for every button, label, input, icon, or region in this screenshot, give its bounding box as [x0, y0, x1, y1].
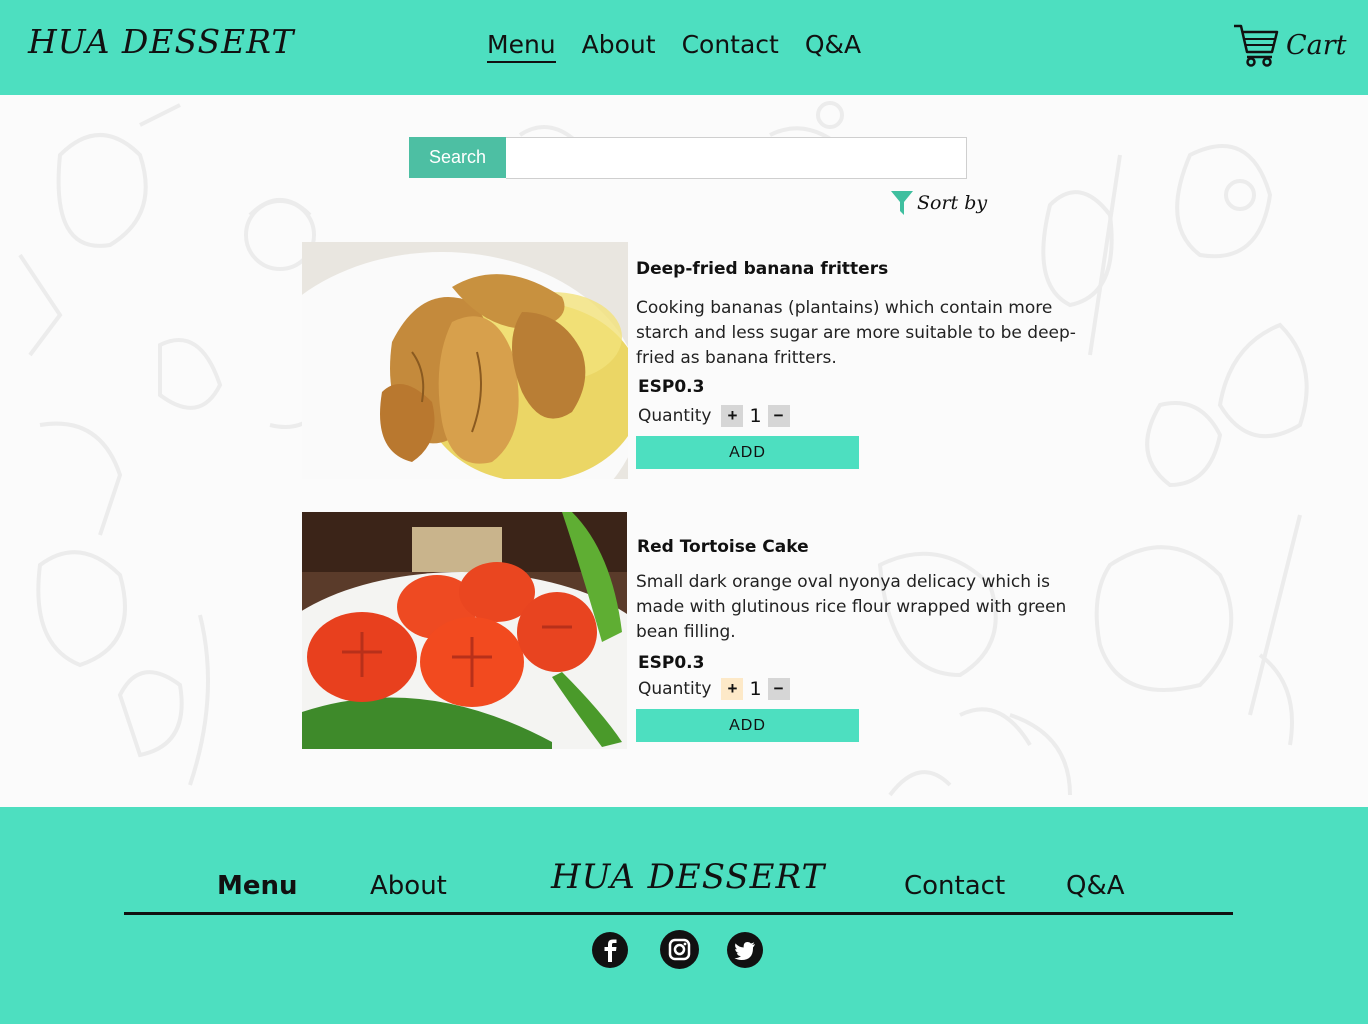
filter-icon: [891, 191, 913, 215]
facebook-icon[interactable]: [592, 932, 628, 968]
add-to-cart-button[interactable]: ADD: [636, 436, 859, 469]
product-name: Deep-fried banana fritters: [636, 259, 889, 279]
quantity-label: Quantity: [638, 679, 712, 699]
main-nav: Menu About Contact Q&A: [487, 30, 861, 63]
nav-about[interactable]: About: [582, 30, 656, 63]
footer-link-contact[interactable]: Contact: [904, 871, 1005, 901]
sort-by-button[interactable]: Sort by: [890, 190, 987, 216]
cart-button[interactable]: Cart: [1232, 22, 1347, 68]
cart-icon: [1234, 24, 1279, 67]
quantity-value: 1: [749, 405, 762, 427]
cart-label: Cart: [1286, 29, 1347, 61]
nav-contact[interactable]: Contact: [682, 30, 779, 63]
instagram-icon[interactable]: [660, 930, 699, 969]
quantity-label: Quantity: [638, 406, 712, 426]
search-input[interactable]: [506, 137, 967, 179]
footer: Menu About HUA DESSERT Contact Q&A: [0, 807, 1368, 1024]
twitter-icon[interactable]: [727, 932, 763, 968]
product-image-red-tortoise-cake: [302, 512, 627, 749]
product-name: Red Tortoise Cake: [637, 537, 809, 557]
quantity-decrease-button[interactable]: −: [767, 678, 790, 700]
nav-qa[interactable]: Q&A: [805, 30, 861, 63]
product-description: Small dark orange oval nyonya delicacy w…: [636, 572, 1067, 642]
quantity-stepper: Quantity + 1 −: [638, 678, 790, 700]
nav-menu[interactable]: Menu: [487, 30, 556, 63]
quantity-increase-button[interactable]: +: [721, 405, 744, 427]
product-price: ESP0.3: [638, 377, 705, 397]
footer-link-about[interactable]: About: [370, 871, 447, 901]
footer-link-menu[interactable]: Menu: [217, 871, 298, 901]
top-header: HUA DESSERT Menu About Contact Q&A Cart: [0, 0, 1368, 95]
sort-by-label: Sort by: [917, 192, 988, 214]
footer-divider: [124, 912, 1233, 915]
quantity-stepper: Quantity + 1 −: [638, 405, 790, 427]
search-bar: Search: [409, 137, 967, 179]
add-to-cart-button[interactable]: ADD: [636, 709, 859, 742]
product-price: ESP0.3: [638, 653, 705, 673]
product-image-banana-fritters: [302, 242, 628, 479]
quantity-value: 1: [749, 678, 762, 700]
quantity-increase-button[interactable]: +: [721, 678, 744, 700]
quantity-decrease-button[interactable]: −: [767, 405, 790, 427]
footer-link-qa[interactable]: Q&A: [1066, 871, 1125, 901]
product-description: Cooking bananas (plantains) which contai…: [636, 298, 1076, 368]
search-button[interactable]: Search: [409, 137, 506, 178]
footer-logo[interactable]: HUA DESSERT: [551, 857, 825, 897]
logo[interactable]: HUA DESSERT: [28, 22, 294, 61]
